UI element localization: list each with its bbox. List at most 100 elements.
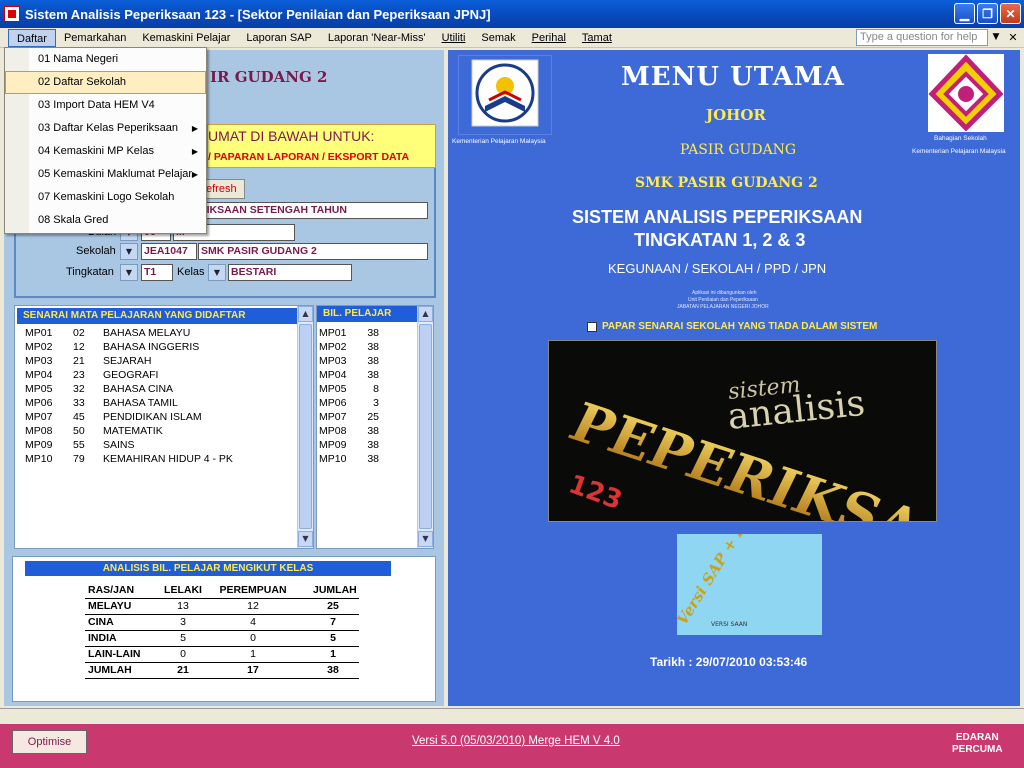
daftar-menu-item[interactable]: 02 Daftar Sekolah xyxy=(5,71,206,94)
tingkatan-field[interactable]: T1 xyxy=(141,264,173,281)
daftar-menu-item-label: 03 Daftar Kelas Peperiksaan xyxy=(38,122,179,134)
daftar-menu-item[interactable]: 05 Kemaskini Maklumat Pelajar ▶ xyxy=(5,163,206,186)
papar-checkbox[interactable] xyxy=(587,322,597,332)
chevron-down-icon[interactable]: ▼ xyxy=(990,30,1002,45)
subject-cell-name: KEMAHIRAN HIDUP 4 - PK xyxy=(103,453,233,465)
subject-list-header: SENARAI MATA PELAJARAN YANG DIDAFTAR xyxy=(17,308,297,324)
system-title-1: SISTEM ANALISIS PEPERIKSAAN xyxy=(572,207,863,227)
close-button[interactable]: ✕ xyxy=(1000,3,1021,24)
kelas-dropdown[interactable]: ▼ xyxy=(208,264,226,281)
analysis-cell: LAIN-LAIN xyxy=(88,648,141,660)
edaran-line-2: PERCUMA xyxy=(952,744,1003,755)
daftar-menu-item-label: 04 Kemaskini MP Kelas xyxy=(38,145,154,157)
menu-perihal[interactable]: Perihal xyxy=(524,29,574,47)
menu-semak[interactable]: Semak xyxy=(473,29,523,47)
sekolah-code-field[interactable]: JEA1047 xyxy=(141,243,197,260)
menu-tamat[interactable]: Tamat xyxy=(574,29,620,47)
subject-cell-name: BAHASA TAMIL xyxy=(103,397,178,409)
analysis-cell: INDIA xyxy=(88,632,117,644)
subject-cell-mp: MP08 xyxy=(25,425,53,437)
analysis-cell: 5 xyxy=(330,632,336,644)
bil-cell-count: 38 xyxy=(367,369,379,381)
kegunaan-text: KEGUNAAN / SEKOLAH / PPD / JPN xyxy=(608,261,827,276)
analysis-cell: 0 xyxy=(180,648,186,660)
scroll-up-icon[interactable]: ▲ xyxy=(298,306,313,322)
daftar-menu-item[interactable]: 03 Import Data HEM V4 xyxy=(5,94,206,117)
subject-cell-mp: MP09 xyxy=(25,439,53,451)
bil-cell-mp: MP01 xyxy=(319,327,347,339)
bahagian-caption-2: Kementerian Pelajaran Malaysia xyxy=(912,148,1006,155)
analysis-cell: 5 xyxy=(180,632,186,644)
papar-checkbox-label[interactable]: PAPAR SENARAI SEKOLAH YANG TIADA DALAM S… xyxy=(602,321,877,332)
sekolah-name-field[interactable]: SMK PASIR GUDANG 2 xyxy=(198,243,428,260)
subject-cell-mp: MP06 xyxy=(25,397,53,409)
analysis-cell: 25 xyxy=(327,600,339,612)
daftar-menu-item-label: 02 Daftar Sekolah xyxy=(38,76,127,88)
subject-cell-code: 23 xyxy=(73,369,85,381)
scroll-up-icon[interactable]: ▲ xyxy=(418,306,433,322)
menu-laporan-near-miss[interactable]: Laporan 'Near-Miss' xyxy=(320,29,434,47)
subject-cell-code: 32 xyxy=(73,383,85,395)
optimise-button[interactable]: Optimise xyxy=(12,730,87,754)
tingkatan-dropdown[interactable]: ▼ xyxy=(120,264,138,281)
bil-cell-count: 38 xyxy=(367,355,379,367)
school-title: IR GUDANG 2 xyxy=(210,68,328,86)
analysis-cell: 13 xyxy=(177,600,189,612)
menu-utiliti[interactable]: Utiliti xyxy=(434,29,474,47)
menu-pemarkahan[interactable]: Pemarkahan xyxy=(56,29,134,47)
daftar-menu-item[interactable]: 03 Daftar Kelas Peperiksaan ▶ xyxy=(5,117,206,140)
submenu-arrow-icon: ▶ xyxy=(191,170,198,179)
daftar-menu-item-label: 07 Kemaskini Logo Sekolah xyxy=(38,191,175,203)
scroll-down-icon[interactable]: ▼ xyxy=(298,531,313,547)
version-link[interactable]: Versi 5.0 (05/03/2010) Merge HEM V 4.0 xyxy=(412,735,620,747)
bil-cell-mp: MP08 xyxy=(319,425,347,437)
menu-kemaskini-pelajar[interactable]: Kemaskini Pelajar xyxy=(134,29,238,47)
daftar-dropdown-menu: 01 Nama Negeri 02 Daftar Sekolah 03 Import… xyxy=(4,47,207,234)
analysis-cell: 0 xyxy=(250,632,256,644)
scroll-thumb[interactable] xyxy=(299,324,312,529)
submenu-arrow-icon: ▶ xyxy=(191,147,198,156)
scroll-thumb[interactable] xyxy=(419,324,432,529)
credit-line-3: JABATAN PELAJARAN NEGERI JOHOR xyxy=(677,304,769,310)
daftar-menu-item[interactable]: 04 Kemaskini MP Kelas ▶ xyxy=(5,140,206,163)
analysis-column-header: RAS/JAN xyxy=(88,584,135,596)
daftar-menu-item[interactable]: 08 Skala Gred xyxy=(5,209,206,232)
scroll-down-icon[interactable]: ▼ xyxy=(418,531,433,547)
subject-cell-code: 21 xyxy=(73,355,85,367)
kelas-field[interactable]: BESTARI xyxy=(228,264,352,281)
daftar-menu-item[interactable]: 01 Nama Negeri xyxy=(5,48,206,71)
analysis-cell: MELAYU xyxy=(88,600,132,612)
daftar-menu-item-label: 01 Nama Negeri xyxy=(38,53,119,65)
app-icon xyxy=(4,6,20,22)
bil-cell-mp: MP05 xyxy=(319,383,347,395)
subject-list[interactable]: SENARAI MATA PELAJARAN YANG DIDAFTAR ▲ ▼… xyxy=(14,305,314,549)
sekolah-dropdown[interactable]: ▼ xyxy=(120,243,138,260)
edaran-percuma-text: EDARAN PERCUMA xyxy=(952,732,1003,756)
bil-pelajar-list[interactable]: BIL. PELAJAR ▲ ▼ MP01 38 MP02 38 MP03 38 MP04 3… xyxy=(316,305,434,549)
subject-cell-name: SEJARAH xyxy=(103,355,152,367)
tarikh-text: Tarikh : 29/07/2010 03:53:46 xyxy=(650,655,808,669)
bil-scrollbar[interactable]: ▲ ▼ xyxy=(417,306,433,548)
subject-scrollbar[interactable]: ▲ ▼ xyxy=(297,306,313,548)
bil-cell-mp: MP03 xyxy=(319,355,347,367)
sekolah-label: Sekolah xyxy=(76,245,116,257)
negeri-text: JOHOR xyxy=(706,106,766,124)
subject-cell-mp: MP04 xyxy=(25,369,53,381)
mdi-close-icon[interactable]: ✕ xyxy=(1006,30,1020,45)
help-search-input[interactable]: Type a question for help xyxy=(856,29,988,46)
analysis-cell: 12 xyxy=(247,600,259,612)
daftar-menu-item[interactable]: 07 Kemaskini Logo Sekolah xyxy=(5,186,206,209)
exam-field[interactable]: RIKSAAN SETENGAH TAHUN xyxy=(196,202,428,219)
menu-laporan-sap[interactable]: Laporan SAP xyxy=(238,29,319,47)
analysis-cell: 21 xyxy=(177,664,189,676)
analysis-cell: 3 xyxy=(180,616,186,628)
menu-daftar[interactable]: Daftar xyxy=(8,28,56,47)
subject-cell-code: 55 xyxy=(73,439,85,451)
minimize-button[interactable]: ▁ xyxy=(954,3,975,24)
kpm-logo xyxy=(458,55,552,135)
bil-cell-mp: MP07 xyxy=(319,411,347,423)
window-title: Sistem Analisis Peperiksaan 123 - [Sekto… xyxy=(25,6,491,22)
restore-button[interactable]: ❐ xyxy=(977,3,998,24)
subject-cell-mp: MP07 xyxy=(25,411,53,423)
analysis-cell: JUMLAH xyxy=(88,664,132,676)
